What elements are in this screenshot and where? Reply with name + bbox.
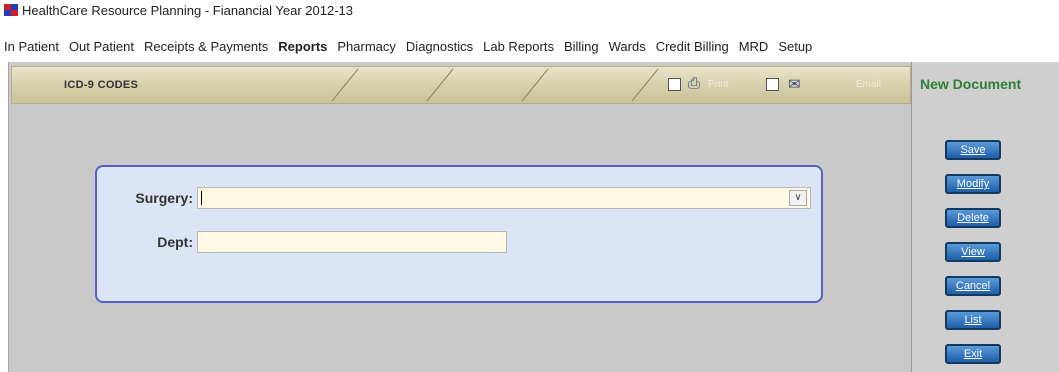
save-button[interactable]: Save — [945, 140, 1001, 160]
menu-wards[interactable]: Wards — [604, 39, 651, 54]
menu-receipts-payments[interactable]: Receipts & Payments — [139, 39, 273, 54]
modify-button[interactable]: Modify — [945, 174, 1001, 194]
view-button[interactable]: View — [945, 242, 1001, 262]
menu-lab-reports[interactable]: Lab Reports — [478, 39, 559, 54]
menu-reports[interactable]: Reports — [273, 39, 332, 54]
delete-button[interactable]: Delete — [945, 208, 1001, 228]
menu-in-patient[interactable]: In Patient — [0, 39, 64, 54]
module-title: ICD-9 CODES — [64, 79, 139, 91]
menu-mrd[interactable]: MRD — [734, 39, 774, 54]
menu-setup[interactable]: Setup — [773, 39, 817, 54]
email-icon[interactable]: ✉ — [788, 75, 801, 93]
main-area: ICD-9 CODES ⎙ Print ✉ Email Surgery: ∨ D… — [8, 62, 911, 372]
app-logo-icon — [4, 4, 18, 16]
form-panel: Surgery: ∨ Dept: — [95, 165, 823, 303]
menu-bar: In Patient Out Patient Receipts & Paymen… — [0, 36, 817, 56]
title-bar: HealthCare Resource Planning - Fianancia… — [0, 0, 1059, 20]
print-checkbox[interactable] — [668, 78, 681, 91]
text-cursor — [201, 191, 202, 205]
print-icon[interactable]: ⎙ — [688, 75, 700, 92]
exit-button[interactable]: Exit — [945, 344, 1001, 364]
menu-pharmacy[interactable]: Pharmacy — [332, 39, 401, 54]
menu-billing[interactable]: Billing — [559, 39, 604, 54]
dept-label: Dept: — [157, 234, 193, 250]
list-button[interactable]: List — [945, 310, 1001, 330]
menu-out-patient[interactable]: Out Patient — [64, 39, 139, 54]
email-checkbox[interactable] — [766, 78, 779, 91]
surgery-label: Surgery: — [135, 190, 193, 206]
email-label: Email — [856, 79, 882, 90]
dept-field[interactable] — [197, 231, 507, 253]
document-status: New Document — [920, 76, 1022, 92]
window-title: HealthCare Resource Planning - Fianancia… — [22, 2, 353, 18]
menu-diagnostics[interactable]: Diagnostics — [401, 39, 478, 54]
print-label: Print — [708, 79, 729, 90]
module-ribbon: ICD-9 CODES ⎙ Print ✉ Email — [11, 66, 911, 104]
action-panel: New Document Save Modify Delete View Can… — [911, 62, 1059, 372]
chevron-down-icon[interactable]: ∨ — [789, 190, 807, 206]
menu-credit-billing[interactable]: Credit Billing — [651, 39, 734, 54]
cancel-button[interactable]: Cancel — [945, 276, 1001, 296]
surgery-select[interactable]: ∨ — [197, 187, 811, 209]
